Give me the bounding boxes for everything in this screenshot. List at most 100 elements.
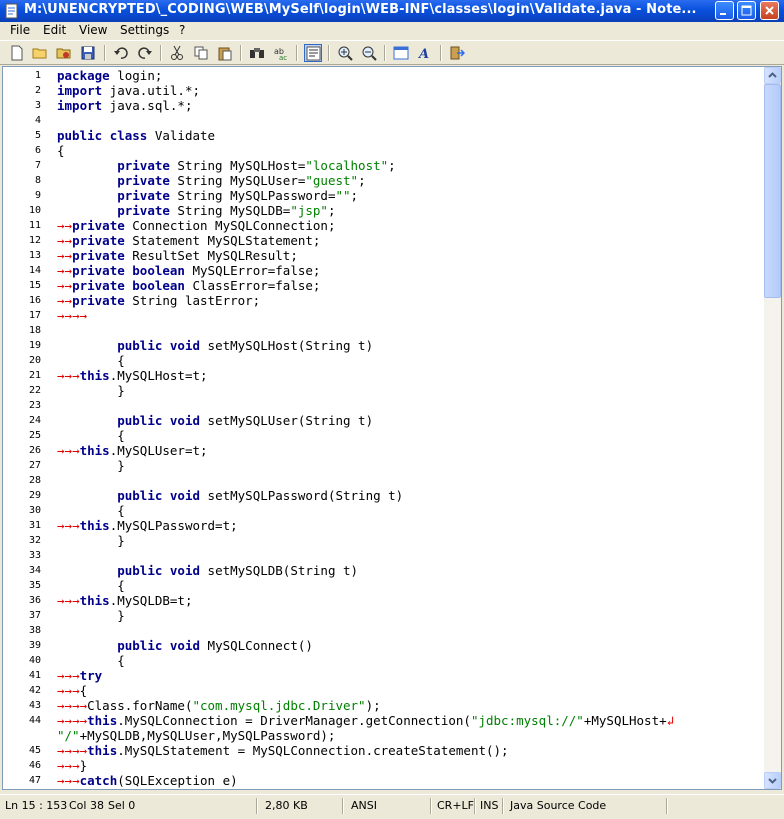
code-line: →→→try xyxy=(57,668,103,683)
font-icon: A xyxy=(417,47,429,61)
line-number: 13 xyxy=(28,250,41,261)
view-icon xyxy=(393,46,409,60)
editor[interactable]: 1 2 3 4 5 6 7 8 9 10 11 12 13 14 15 16 17 18 19 20 21 22 23 24 2… xyxy=(2,66,782,790)
code-line: →→private Connection MySQLConnection; xyxy=(57,218,336,233)
menu-help[interactable]: ? xyxy=(179,23,185,37)
line-number: 32 xyxy=(28,535,41,546)
scroll-up-button[interactable] xyxy=(764,67,781,84)
menu-file[interactable]: File xyxy=(10,23,30,37)
code-line: public void setMySQLDB(String t) xyxy=(117,563,359,578)
vertical-scrollbar[interactable] xyxy=(764,67,781,789)
line-number: 42 xyxy=(28,685,41,696)
code-line: →→private boolean ClassError=false; xyxy=(57,278,321,293)
line-number: 35 xyxy=(28,580,41,591)
save-icon xyxy=(81,46,95,60)
code-line: public void setMySQLPassword(String t) xyxy=(117,488,404,503)
title-bar[interactable]: M:\UNENCRYPTED\_CODING\WEB\MySelf\login\… xyxy=(0,0,784,22)
code-line: "/"+MySQLDB,MySQLUser,MySQLPassword); xyxy=(57,728,336,743)
find-icon xyxy=(250,48,264,58)
line-number: 25 xyxy=(28,430,41,441)
zoom-out-button[interactable] xyxy=(360,44,378,62)
menu-settings[interactable]: Settings xyxy=(120,23,169,37)
code-line: private String MySQLHost="localhost"; xyxy=(117,158,396,173)
line-number: 29 xyxy=(28,490,41,501)
minimize-button[interactable] xyxy=(715,1,734,20)
status-size: 2,80 KB xyxy=(265,799,308,812)
replace-button[interactable]: ab ac xyxy=(272,44,290,62)
exit-icon xyxy=(450,46,465,60)
toolbar: ab ac A xyxy=(0,40,784,65)
scroll-thumb[interactable] xyxy=(764,84,781,298)
font-button[interactable]: A xyxy=(416,44,434,62)
scroll-down-button[interactable] xyxy=(764,772,781,789)
line-number: 10 xyxy=(28,205,41,216)
zoom-in-icon xyxy=(338,46,353,61)
code-line: { xyxy=(57,503,125,518)
notepad-app-icon[interactable] xyxy=(4,3,20,19)
menu-bar: File Edit View Settings ? xyxy=(0,22,784,40)
line-number: 40 xyxy=(28,655,41,666)
code-line: →→private ResultSet MySQLResult; xyxy=(57,248,298,263)
line-number: 45 xyxy=(28,745,41,756)
new-button[interactable] xyxy=(8,44,26,62)
code-line: { xyxy=(57,653,125,668)
code-line: { xyxy=(57,143,65,158)
redo-button[interactable] xyxy=(136,44,154,62)
copy-button[interactable] xyxy=(192,44,210,62)
line-number: 31 xyxy=(28,520,41,531)
line-number: 15 xyxy=(28,280,41,291)
line-number: 27 xyxy=(28,460,41,471)
line-number: 2 xyxy=(34,85,41,96)
open-button[interactable] xyxy=(31,44,49,62)
exit-button[interactable] xyxy=(448,44,466,62)
line-number: 41 xyxy=(28,670,41,681)
line-number: 23 xyxy=(28,400,41,411)
maximize-button[interactable] xyxy=(737,1,756,20)
line-number: 22 xyxy=(28,385,41,396)
code-line: →→→→this.MySQLStatement = MySQLConnectio… xyxy=(57,743,509,758)
view-button[interactable] xyxy=(392,44,410,62)
code-line: →→→→this.MySQLConnection = DriverManager… xyxy=(57,713,675,728)
paste-button[interactable] xyxy=(216,44,234,62)
code-line: { xyxy=(57,353,125,368)
line-number: 24 xyxy=(28,415,41,426)
line-number: 5 xyxy=(34,130,41,141)
code-line: →→→} xyxy=(57,758,88,773)
code-line: →→private boolean MySQLError=false; xyxy=(57,263,321,278)
line-number: 37 xyxy=(28,610,41,621)
word-wrap-icon xyxy=(306,46,321,61)
word-wrap-button[interactable] xyxy=(304,44,322,62)
paste-icon xyxy=(218,47,232,61)
line-number: 30 xyxy=(28,505,41,516)
replace-icon: abac xyxy=(274,47,287,61)
code-area[interactable]: package login; import java.util.*; import … xyxy=(57,67,763,789)
favorites-button[interactable] xyxy=(55,44,73,62)
find-button[interactable] xyxy=(248,44,266,62)
menu-view[interactable]: View xyxy=(79,23,107,37)
code-line: →→→catch(SQLException e) xyxy=(57,773,238,788)
line-number: 17 xyxy=(28,310,41,321)
undo-button[interactable] xyxy=(112,44,130,62)
zoom-in-button[interactable] xyxy=(336,44,354,62)
code-line: package login; xyxy=(57,68,163,83)
svg-text:ac: ac xyxy=(279,54,287,61)
cut-button[interactable] xyxy=(168,44,186,62)
line-number: 36 xyxy=(28,595,41,606)
line-number: 28 xyxy=(28,475,41,486)
line-number: 47 xyxy=(28,775,41,786)
save-button[interactable] xyxy=(79,44,97,62)
line-number-gutter: 1 2 3 4 5 6 7 8 9 10 11 12 13 14 15 16 17 18 19 20 21 22 23 24 2… xyxy=(3,67,47,789)
status-scheme: Java Source Code xyxy=(510,799,607,812)
code-line: } xyxy=(57,383,125,398)
maximize-icon xyxy=(741,5,752,16)
line-number: 19 xyxy=(28,340,41,351)
code-line: { xyxy=(57,428,125,443)
close-icon xyxy=(765,6,774,15)
close-button[interactable] xyxy=(760,1,779,20)
code-line: private String MySQLPassword=""; xyxy=(117,188,359,203)
menu-edit[interactable]: Edit xyxy=(43,23,66,37)
undo-icon xyxy=(114,47,128,59)
line-number: 39 xyxy=(28,640,41,651)
status-mode: INS xyxy=(480,799,499,812)
code-line: public void MySQLConnect() xyxy=(117,638,313,653)
